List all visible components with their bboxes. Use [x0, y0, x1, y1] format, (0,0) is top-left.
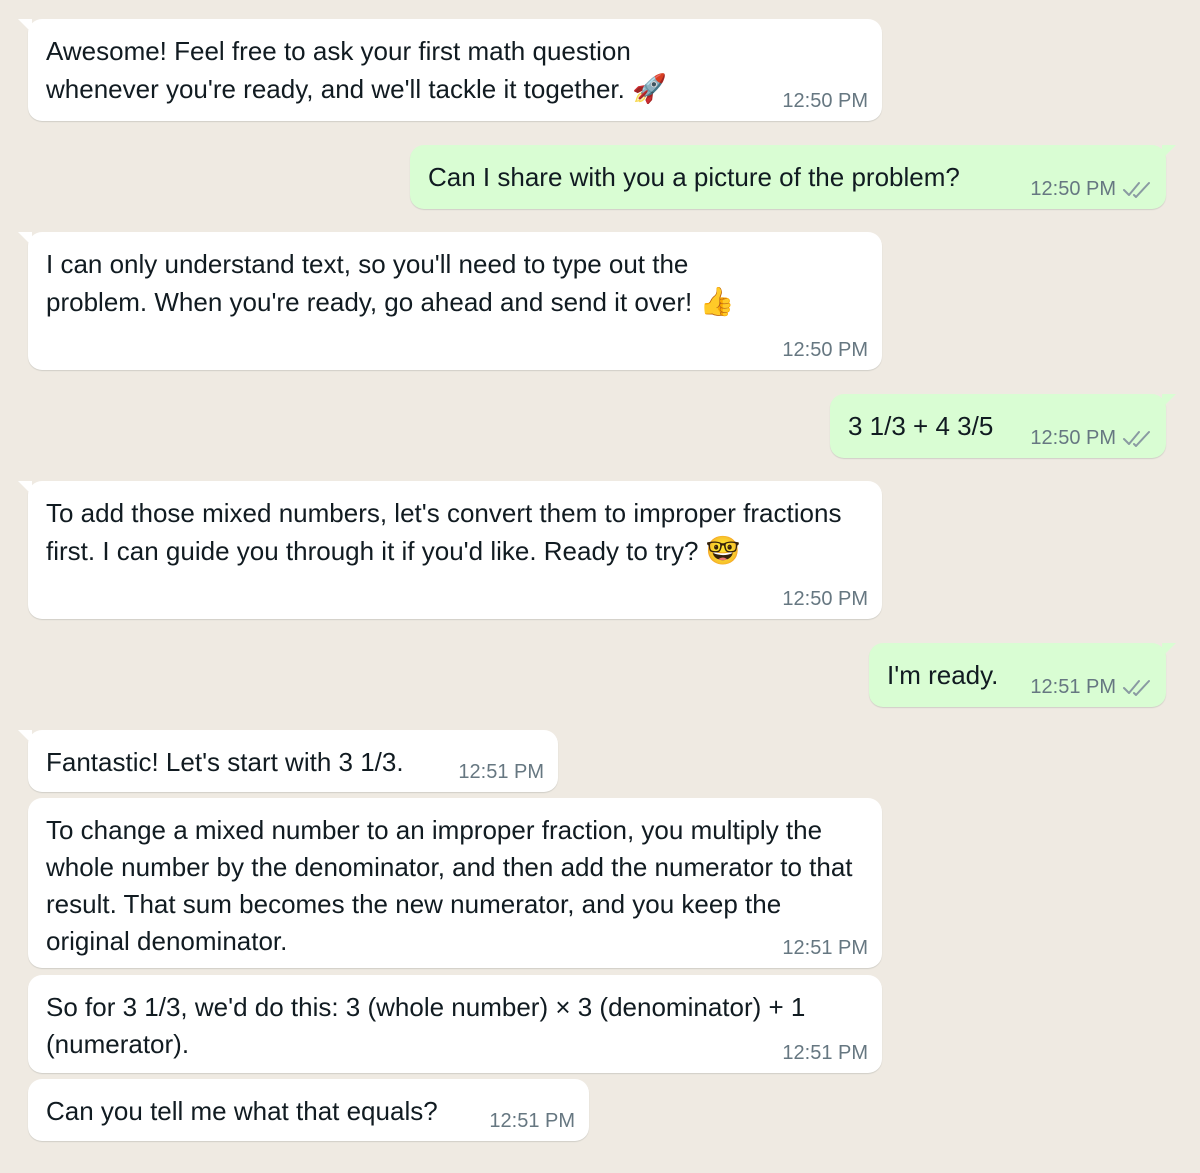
double-check-icon: [1123, 431, 1150, 447]
rocket-emoji-icon: 🚀: [632, 72, 667, 105]
message-time: 12:51 PM: [458, 761, 544, 783]
bubble-tail: [18, 481, 32, 495]
thumbs-up-emoji-icon: 👍: [699, 285, 735, 318]
incoming-message[interactable]: Awesome! Feel free to ask your first mat…: [18, 19, 882, 121]
message-time: 12:51 PM: [782, 1042, 868, 1064]
message-meta: 12:51 PM: [1030, 675, 1152, 699]
incoming-message[interactable]: I can only understand text, so you'll ne…: [18, 232, 882, 370]
bubble-tail: [1162, 394, 1176, 408]
double-check-icon: [1123, 182, 1150, 198]
message-text: I can only understand text, so you'll ne…: [46, 249, 693, 317]
message-meta: 12:50 PM: [1030, 177, 1152, 201]
bubble-tail: [18, 19, 32, 33]
message-time: 12:50 PM: [782, 339, 868, 361]
message-time: 12:51 PM: [782, 937, 868, 959]
outgoing-message[interactable]: 3 1/3 + 4 3/5 12:50 PM: [830, 394, 1176, 458]
message-time: 12:50 PM: [782, 90, 868, 112]
bubble-tail: [1162, 145, 1176, 159]
bubble-tail: [1162, 643, 1176, 657]
message-time: 12:51 PM: [489, 1110, 575, 1132]
incoming-message[interactable]: Can you tell me what that equals? 12:51 …: [28, 1079, 589, 1141]
message-text: To change a mixed number to an improper …: [46, 815, 853, 956]
double-check-icon: [1123, 680, 1150, 696]
message-time: 12:50 PM: [1030, 178, 1116, 200]
incoming-message[interactable]: Fantastic! Let's start with 3 1/3. 12:51…: [18, 730, 558, 792]
message-time: 12:50 PM: [1030, 427, 1116, 449]
bubble-tail: [18, 730, 32, 744]
incoming-message[interactable]: To add those mixed numbers, let's conver…: [18, 481, 882, 619]
message-meta: 12:50 PM: [1030, 426, 1152, 450]
nerd-face-emoji-icon: 🤓: [705, 534, 741, 567]
incoming-message[interactable]: To change a mixed number to an improper …: [28, 798, 882, 968]
incoming-message[interactable]: So for 3 1/3, we'd do this: 3 (whole num…: [28, 975, 882, 1073]
outgoing-message[interactable]: Can I share with you a picture of the pr…: [410, 145, 1176, 209]
message-time: 12:50 PM: [782, 588, 868, 610]
message-text: So for 3 1/3, we'd do this: 3 (whole num…: [46, 992, 806, 1059]
bubble-tail: [18, 232, 32, 246]
chat-pane: Awesome! Feel free to ask your first mat…: [0, 0, 1200, 1173]
outgoing-message[interactable]: I'm ready. 12:51 PM: [869, 643, 1176, 707]
message-time: 12:51 PM: [1030, 676, 1116, 698]
message-text: Awesome! Feel free to ask your first mat…: [46, 36, 631, 104]
